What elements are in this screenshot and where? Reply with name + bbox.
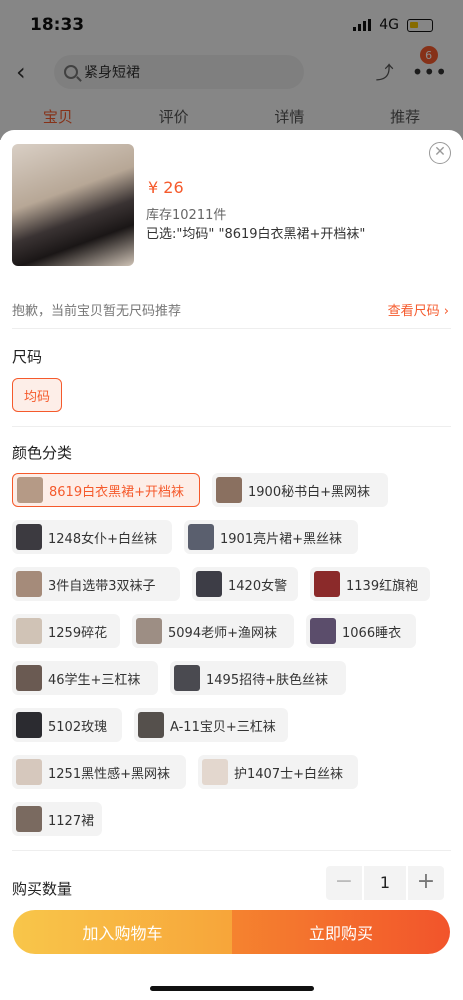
option-thumbnail: [314, 571, 340, 597]
color-option-label: 护1407士+白丝袜: [234, 766, 343, 782]
color-option-label: 1127裙: [48, 813, 95, 829]
color-option[interactable]: 1420女警: [192, 567, 298, 601]
option-thumbnail: [136, 618, 162, 644]
color-option[interactable]: 8619白衣黑裙+开档袜: [12, 473, 200, 507]
quantity-label: 购买数量: [12, 880, 73, 898]
color-option[interactable]: 46学生+三杠袜: [12, 661, 158, 695]
color-option[interactable]: 1066睡衣: [306, 614, 416, 648]
size-notice: 抱歉，当前宝贝暂无尺码推荐: [12, 304, 182, 319]
product-price: ¥ 26: [148, 178, 184, 197]
color-option[interactable]: 1251黑性感+黑网袜: [12, 755, 186, 789]
color-option-label: 1066睡衣: [342, 625, 402, 641]
color-option-label: 1901亮片裙+黑丝袜: [220, 531, 342, 547]
color-option-label: 46学生+三杠袜: [48, 672, 141, 688]
color-option-label: 1251黑性感+黑网袜: [48, 766, 170, 782]
option-thumbnail: [216, 477, 242, 503]
home-indicator: [150, 986, 314, 991]
size-option[interactable]: 均码: [12, 378, 62, 412]
option-thumbnail: [202, 759, 228, 785]
sku-sheet: ¥ 26 库存10211件 已选:"均码" "8619白衣黑裙+开档袜" ✕ 抱…: [0, 130, 463, 1000]
color-option[interactable]: 5094老师+渔网袜: [132, 614, 294, 648]
buy-now-button[interactable]: 立即购买: [232, 910, 450, 954]
selected-summary: 已选:"均码" "8619白衣黑裙+开档袜": [146, 227, 366, 242]
option-thumbnail: [16, 712, 42, 738]
color-title: 颜色分类: [12, 444, 73, 462]
divider: [12, 426, 451, 427]
quantity-minus-button[interactable]: −: [326, 866, 362, 900]
color-option-label: 8619白衣黑裙+开档袜: [49, 484, 184, 500]
color-option-label: 1248女仆+白丝袜: [48, 531, 157, 547]
divider: [12, 850, 451, 851]
color-option[interactable]: 护1407士+白丝袜: [198, 755, 358, 789]
color-option-label: 1259碎花: [48, 625, 108, 641]
color-option-label: 1139红旗袍: [346, 578, 419, 594]
color-option-label: 1900秘书白+黑网袜: [248, 484, 370, 500]
color-option[interactable]: 1139红旗袍: [310, 567, 430, 601]
add-to-cart-button[interactable]: 加入购物车: [13, 910, 232, 954]
color-option[interactable]: 1127裙: [12, 802, 102, 836]
color-option-label: A-11宝贝+三杠袜: [170, 719, 276, 735]
color-option-label: 1420女警: [228, 578, 288, 594]
quantity-value[interactable]: 1: [364, 866, 406, 900]
color-option-label: 1495招待+肤色丝袜: [206, 672, 328, 688]
option-thumbnail: [16, 806, 42, 832]
color-option-label: 5102玫瑰: [48, 719, 108, 735]
option-thumbnail: [310, 618, 336, 644]
divider: [12, 328, 451, 329]
option-thumbnail: [138, 712, 164, 738]
option-thumbnail: [16, 759, 42, 785]
color-option[interactable]: 1901亮片裙+黑丝袜: [184, 520, 358, 554]
option-thumbnail: [174, 665, 200, 691]
option-thumbnail: [196, 571, 222, 597]
option-thumbnail: [16, 571, 42, 597]
color-option[interactable]: 5102玫瑰: [12, 708, 122, 742]
color-option[interactable]: 1900秘书白+黑网袜: [212, 473, 388, 507]
quantity-plus-button[interactable]: +: [408, 866, 444, 900]
option-thumbnail: [16, 665, 42, 691]
color-option-label: 3件自选带3双袜子: [48, 578, 156, 594]
size-title: 尺码: [12, 348, 43, 366]
close-icon[interactable]: ✕: [429, 142, 451, 164]
color-option-label: 5094老师+渔网袜: [168, 625, 277, 641]
color-option[interactable]: 1495招待+肤色丝袜: [170, 661, 346, 695]
color-option[interactable]: 1259碎花: [12, 614, 120, 648]
option-thumbnail: [188, 524, 214, 550]
product-thumbnail: [12, 144, 134, 266]
product-stock: 库存10211件: [146, 208, 227, 223]
option-thumbnail: [16, 524, 42, 550]
color-option[interactable]: A-11宝贝+三杠袜: [134, 708, 288, 742]
color-option[interactable]: 3件自选带3双袜子: [12, 567, 180, 601]
option-thumbnail: [17, 477, 43, 503]
option-thumbnail: [16, 618, 42, 644]
size-guide-link[interactable]: 查看尺码 ›: [388, 300, 449, 319]
dim-overlay[interactable]: [0, 0, 463, 140]
color-option[interactable]: 1248女仆+白丝袜: [12, 520, 172, 554]
